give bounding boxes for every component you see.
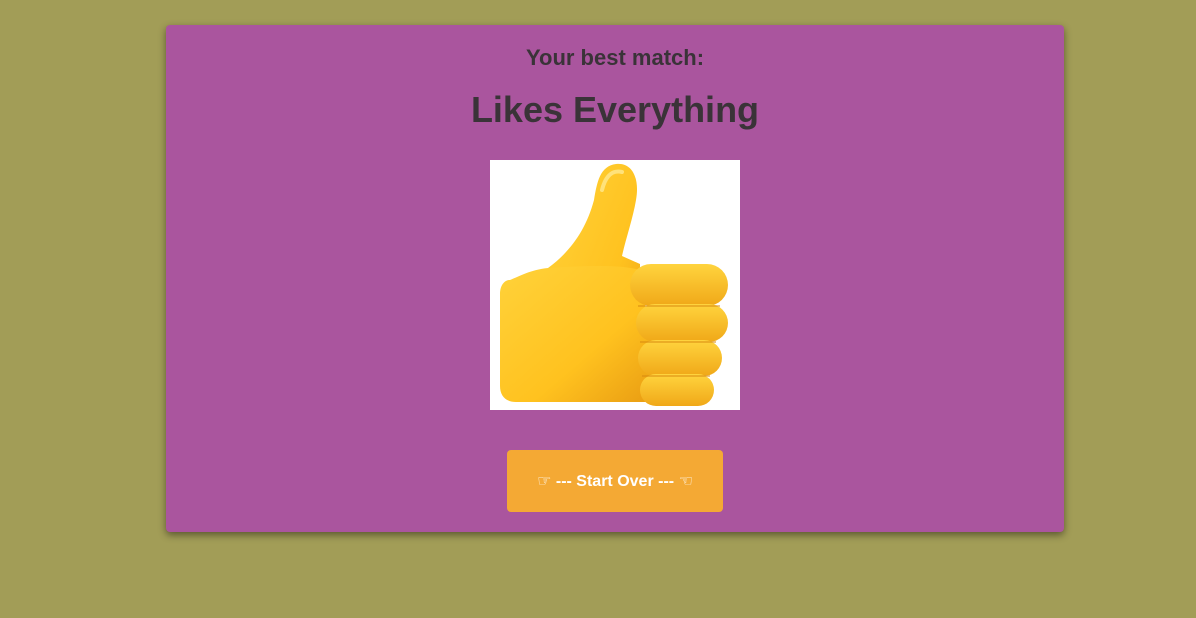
thumbs-up-icon — [500, 163, 728, 406]
result-title: Likes Everything — [470, 89, 760, 130]
start-over-button[interactable]: ☞ --- Start Over --- ☜ — [507, 450, 723, 512]
pointing-left-hand-icon: ☜ — [678, 471, 693, 490]
pointing-right-hand-icon: ☞ — [537, 471, 552, 490]
result-subtitle: Your best match: — [525, 45, 705, 70]
start-over-label: --- Start Over --- — [555, 473, 675, 490]
result-image — [490, 160, 740, 410]
result-card: Your best match: Likes Everything ☞ --- … — [166, 25, 1064, 532]
